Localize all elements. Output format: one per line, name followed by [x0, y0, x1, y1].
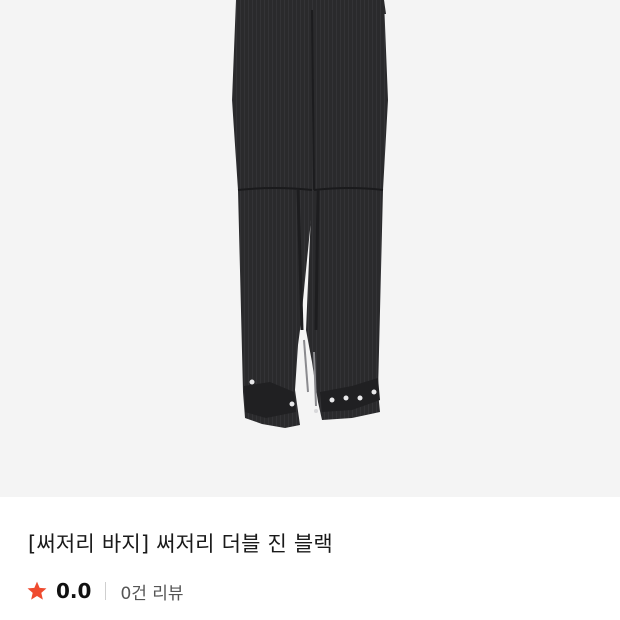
product-info: [써저리 바지] 써저리 더블 진 블랙 0.0 0건 리뷰 [0, 497, 620, 620]
star-icon [26, 580, 48, 602]
product-image[interactable] [0, 0, 620, 497]
review-count-link[interactable]: 0건 리뷰 [120, 579, 183, 604]
divider [105, 582, 107, 600]
rating-value: 0.0 [56, 579, 92, 603]
pants-illustration [232, 0, 388, 428]
product-card[interactable]: [써저리 바지] 써저리 더블 진 블랙 0.0 0건 리뷰 [0, 0, 620, 620]
rating-row: 0.0 0건 리뷰 [26, 578, 184, 604]
product-name[interactable]: [써저리 바지] 써저리 더블 진 블랙 [28, 528, 333, 558]
